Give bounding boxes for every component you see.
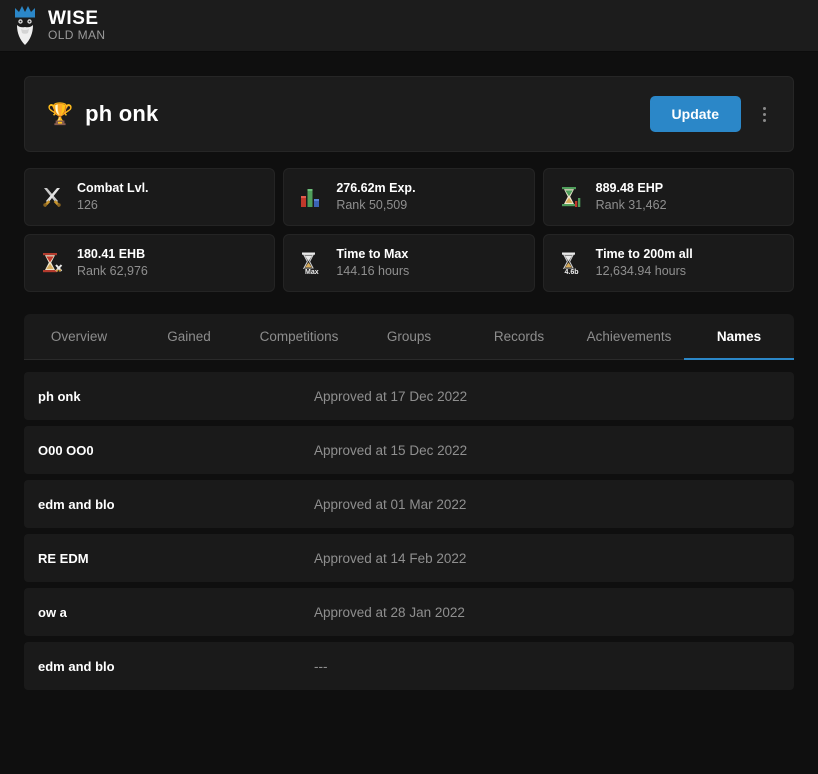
name-label: RE EDM <box>38 550 89 566</box>
names-list: ph onk Approved at 17 Dec 2022 O00 OO0 A… <box>24 372 794 690</box>
svg-text:Max: Max <box>305 269 319 276</box>
name-status: Approved at 14 Feb 2022 <box>314 550 467 566</box>
stat-subtitle: 12,634.94 hours <box>595 264 687 278</box>
tabs-bar: Overview Gained Competitions Groups Reco… <box>24 314 794 360</box>
name-status: Approved at 28 Jan 2022 <box>314 604 465 620</box>
name-status: Approved at 15 Dec 2022 <box>314 442 468 458</box>
stat-card-time-to-200m-all: 4.6b Time to 200m all 12,634.94 hours <box>542 234 794 292</box>
tab-names[interactable]: Names <box>684 314 794 360</box>
crossed-swords-icon <box>39 184 65 210</box>
stat-text: Time to 200m all 12,634.94 hours <box>596 246 693 280</box>
dot <box>762 118 766 122</box>
stat-subtitle: 144.16 hours <box>336 264 410 278</box>
brand-text: WISE OLD MAN <box>48 7 106 42</box>
name-status: --- <box>314 658 328 674</box>
stat-text: Combat Lvl. 126 <box>77 180 149 214</box>
hourglass-200m-icon: 4.6b <box>558 250 584 276</box>
tab-competitions[interactable]: Competitions <box>244 314 354 360</box>
brand-title: WISE <box>48 7 99 29</box>
stat-card-experience: 276.62m Exp. Rank 50,509 <box>283 168 535 226</box>
name-label: edm and blo <box>38 658 115 674</box>
stat-title: 180.41 EHB <box>77 247 146 262</box>
hourglass-ehb-icon <box>39 250 65 276</box>
name-status: Approved at 01 Mar 2022 <box>314 496 467 512</box>
name-label: O00 OO0 <box>38 442 94 458</box>
stat-card-combat-level: Combat Lvl. 126 <box>24 168 276 226</box>
dot <box>762 106 766 110</box>
stat-subtitle: 126 <box>77 198 98 212</box>
top-navbar: WISE OLD MAN <box>0 0 818 52</box>
name-status: Approved at 17 Dec 2022 <box>314 388 468 404</box>
stat-title: 276.62m Exp. <box>336 181 416 196</box>
stat-title: Time to Max <box>336 247 409 262</box>
bar-chart-icon <box>298 184 324 210</box>
tab-achievements[interactable]: Achievements <box>574 314 684 360</box>
list-item[interactable]: RE EDM Approved at 14 Feb 2022 <box>24 534 794 582</box>
stat-text: 889.48 EHP Rank 31,462 <box>596 180 667 214</box>
update-button[interactable]: Update <box>649 96 741 132</box>
name-label: ow a <box>38 604 67 620</box>
name-label: edm and blo <box>38 496 115 512</box>
stat-title: Combat Lvl. <box>77 181 149 196</box>
stat-subtitle: Rank 62,976 <box>77 264 148 278</box>
stat-card-ehp: 889.48 EHP Rank 31,462 <box>542 168 794 226</box>
trophy-icon: 🏆 <box>47 102 74 126</box>
tab-records[interactable]: Records <box>464 314 574 360</box>
stat-title: Time to 200m all <box>595 247 693 262</box>
wise-old-man-logo-icon[interactable] <box>8 4 42 48</box>
stat-text: 180.41 EHB Rank 62,976 <box>77 246 148 280</box>
stat-title: 889.48 EHP <box>595 181 664 196</box>
tab-gained[interactable]: Gained <box>134 314 244 360</box>
list-item[interactable]: ow a Approved at 28 Jan 2022 <box>24 588 794 636</box>
name-label: ph onk <box>38 388 81 404</box>
hourglass-max-icon: Max <box>298 250 324 276</box>
hourglass-ehp-icon <box>558 184 584 210</box>
logo-svg <box>15 5 35 45</box>
list-item[interactable]: edm and blo --- <box>24 642 794 690</box>
stat-card-time-to-max: Max Time to Max 144.16 hours <box>283 234 535 292</box>
page-title: ph onk <box>85 101 159 126</box>
list-item[interactable]: edm and blo Approved at 01 Mar 2022 <box>24 480 794 528</box>
list-item[interactable]: O00 OO0 Approved at 15 Dec 2022 <box>24 426 794 474</box>
page-content: 🏆 ph onk Update Combat Lvl. 126 276.62m … <box>0 52 818 774</box>
list-item[interactable]: ph onk Approved at 17 Dec 2022 <box>24 372 794 420</box>
tab-overview[interactable]: Overview <box>24 314 134 360</box>
brand-subtitle: OLD MAN <box>48 27 106 42</box>
stat-card-ehb: 180.41 EHB Rank 62,976 <box>24 234 276 292</box>
stat-subtitle: Rank 31,462 <box>595 198 667 212</box>
vertical-dots-icon[interactable] <box>749 97 779 131</box>
tab-groups[interactable]: Groups <box>354 314 464 360</box>
stats-grid: Combat Lvl. 126 276.62m Exp. Rank 50,509 <box>24 168 794 292</box>
player-header-card: 🏆 ph onk Update <box>24 76 794 152</box>
svg-text:4.6b: 4.6b <box>564 269 578 276</box>
stat-text: 276.62m Exp. Rank 50,509 <box>336 180 415 214</box>
stat-subtitle: Rank 50,509 <box>336 198 408 212</box>
dot <box>762 112 766 116</box>
stat-text: Time to Max 144.16 hours <box>336 246 409 280</box>
